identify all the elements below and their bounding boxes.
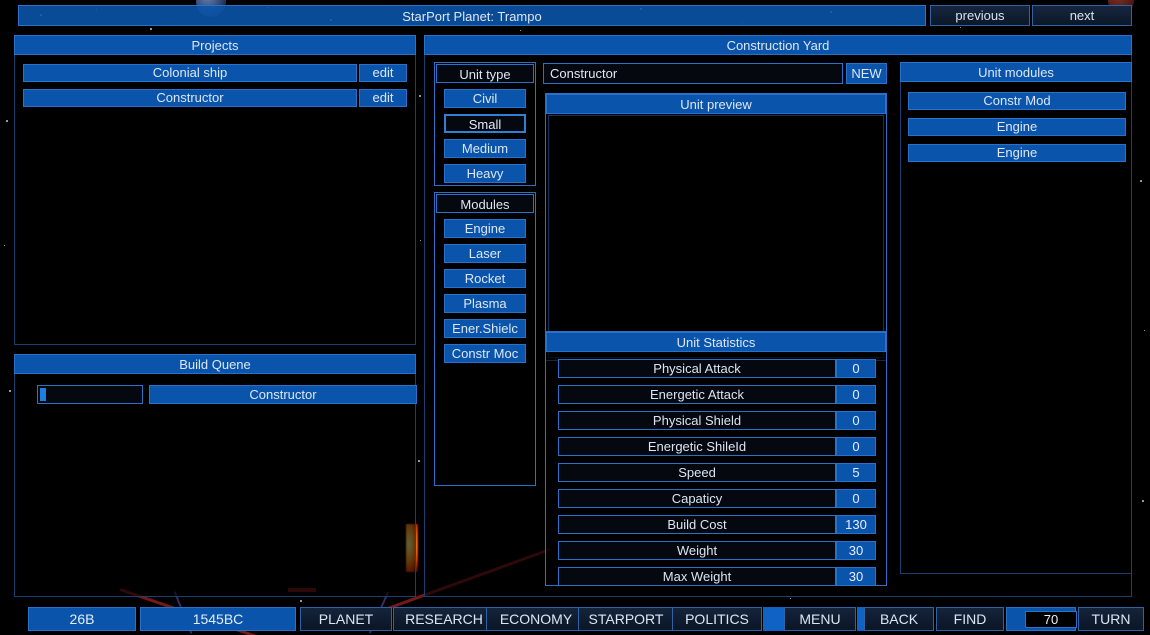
- unit-modules-panel: Unit modules Constr Mod Engine Engine: [900, 62, 1132, 574]
- stat-value: 30: [836, 567, 876, 586]
- stat-label: Weight: [558, 541, 836, 560]
- build-progress-fill: [40, 388, 46, 401]
- top-bar: StarPort Planet: Trampo previous next: [18, 5, 1132, 26]
- new-unit-button[interactable]: NEW: [846, 63, 887, 84]
- unit-type-panel: Unit type Civil Small Medium Heavy: [434, 62, 536, 186]
- build-progress-bar: [37, 385, 143, 404]
- turns-counter-wrap[interactable]: 70: [1006, 607, 1077, 631]
- build-queue-panel: Build Quene Constructor: [14, 354, 417, 597]
- stat-value: 0: [836, 359, 876, 378]
- project-row: Constructor edit: [23, 89, 407, 107]
- module-option-engine[interactable]: Engine: [444, 219, 526, 238]
- nav-button-politics[interactable]: POLITICS: [672, 607, 762, 631]
- unit-statistics-header: Unit Statistics: [546, 332, 886, 352]
- stat-value: 0: [836, 411, 876, 430]
- construction-yard-header: Construction Yard: [424, 35, 1132, 55]
- unit-type-option-civil[interactable]: Civil: [444, 89, 526, 108]
- modules-panel: Modules Engine Laser Rocket Plasma Ener.…: [434, 192, 536, 486]
- project-edit-button-constructor[interactable]: edit: [359, 89, 407, 107]
- previous-button[interactable]: previous: [930, 5, 1030, 26]
- stat-label: Build Cost: [558, 515, 836, 534]
- stat-label: Energetic Attack: [558, 385, 836, 404]
- stat-row-energetic-shield: Energetic ShileId 0: [558, 437, 876, 456]
- stat-label: Energetic ShileId: [558, 437, 836, 456]
- unit-module-item-engine-2[interactable]: Engine: [908, 144, 1126, 162]
- stat-value: 30: [836, 541, 876, 560]
- stat-label: Speed: [558, 463, 836, 482]
- nav-button-starport[interactable]: STARPORT: [578, 607, 674, 631]
- unit-modules-header: Unit modules: [900, 62, 1132, 82]
- unit-type-header: Unit type: [436, 64, 534, 83]
- projects-header: Projects: [14, 35, 416, 55]
- unit-name-input[interactable]: Constructor: [543, 63, 843, 84]
- stat-value: 130: [836, 515, 876, 534]
- stat-value: 0: [836, 489, 876, 508]
- bottom-bar-separator-left: [763, 607, 784, 631]
- nav-button-planet[interactable]: PLANET: [300, 607, 392, 631]
- stat-label: Max Weight: [558, 567, 836, 586]
- stat-row-weight: Weight 30: [558, 541, 876, 560]
- unit-statistics-panel: Unit Statistics Physical Attack 0 Energe…: [545, 331, 887, 586]
- unit-type-option-medium[interactable]: Medium: [444, 139, 526, 158]
- back-button[interactable]: BACK: [864, 607, 934, 631]
- projects-panel: Projects Colonial ship edit Constructor …: [14, 35, 416, 345]
- module-option-laser[interactable]: Laser: [444, 244, 526, 263]
- page-title: StarPort Planet: Trampo: [18, 5, 926, 26]
- stat-label: Capaticy: [558, 489, 836, 508]
- modules-header: Modules: [436, 194, 534, 213]
- stat-row-energetic-attack: Energetic Attack 0: [558, 385, 876, 404]
- project-row: Colonial ship edit: [23, 64, 407, 82]
- unit-preview-panel: Unit preview: [545, 93, 887, 361]
- build-queue-item-constructor[interactable]: Constructor: [149, 385, 417, 404]
- project-edit-button-colonial-ship[interactable]: edit: [359, 64, 407, 82]
- stat-row-physical-shield: Physical Shield 0: [558, 411, 876, 430]
- project-name-colonial-ship[interactable]: Colonial ship: [23, 64, 357, 82]
- unit-module-item-constr-mod[interactable]: Constr Mod: [908, 92, 1126, 110]
- stat-label: Physical Attack: [558, 359, 836, 378]
- module-option-ener-shield[interactable]: Ener.Shielc: [444, 319, 526, 338]
- stat-row-capacity: Capaticy 0: [558, 489, 876, 508]
- nav-button-economy[interactable]: ECONOMY: [486, 607, 586, 631]
- stat-row-max-weight: Max Weight 30: [558, 567, 876, 586]
- project-name-constructor[interactable]: Constructor: [23, 89, 357, 107]
- bottom-bar: 26B 1545BC PLANET RESEARCH ECONOMY STARP…: [0, 605, 1150, 633]
- stat-row-speed: Speed 5: [558, 463, 876, 482]
- module-option-plasma[interactable]: Plasma: [444, 294, 526, 313]
- stat-value: 5: [836, 463, 876, 482]
- menu-button[interactable]: MENU: [784, 607, 856, 631]
- find-button[interactable]: FIND: [936, 607, 1004, 631]
- stat-value: 0: [836, 385, 876, 404]
- resources-indicator[interactable]: 26B: [28, 607, 136, 631]
- stat-row-build-cost: Build Cost 130: [558, 515, 876, 534]
- stat-label: Physical Shield: [558, 411, 836, 430]
- turns-counter-value: 70: [1025, 611, 1077, 628]
- turn-button[interactable]: TURN: [1078, 607, 1144, 631]
- stat-value: 0: [836, 437, 876, 456]
- unit-module-item-engine-1[interactable]: Engine: [908, 118, 1126, 136]
- module-option-rocket[interactable]: Rocket: [444, 269, 526, 288]
- next-button[interactable]: next: [1032, 5, 1132, 26]
- unit-preview-canvas[interactable]: [548, 115, 884, 358]
- stat-row-physical-attack: Physical Attack 0: [558, 359, 876, 378]
- date-indicator[interactable]: 1545BC: [140, 607, 296, 631]
- unit-type-option-small[interactable]: Small: [444, 114, 526, 133]
- unit-type-option-heavy[interactable]: Heavy: [444, 164, 526, 183]
- module-option-constr-mod[interactable]: Constr Moc: [444, 344, 526, 363]
- unit-preview-header: Unit preview: [546, 94, 886, 114]
- nav-button-research[interactable]: RESEARCH: [393, 607, 495, 631]
- build-queue-header: Build Quene: [14, 354, 416, 374]
